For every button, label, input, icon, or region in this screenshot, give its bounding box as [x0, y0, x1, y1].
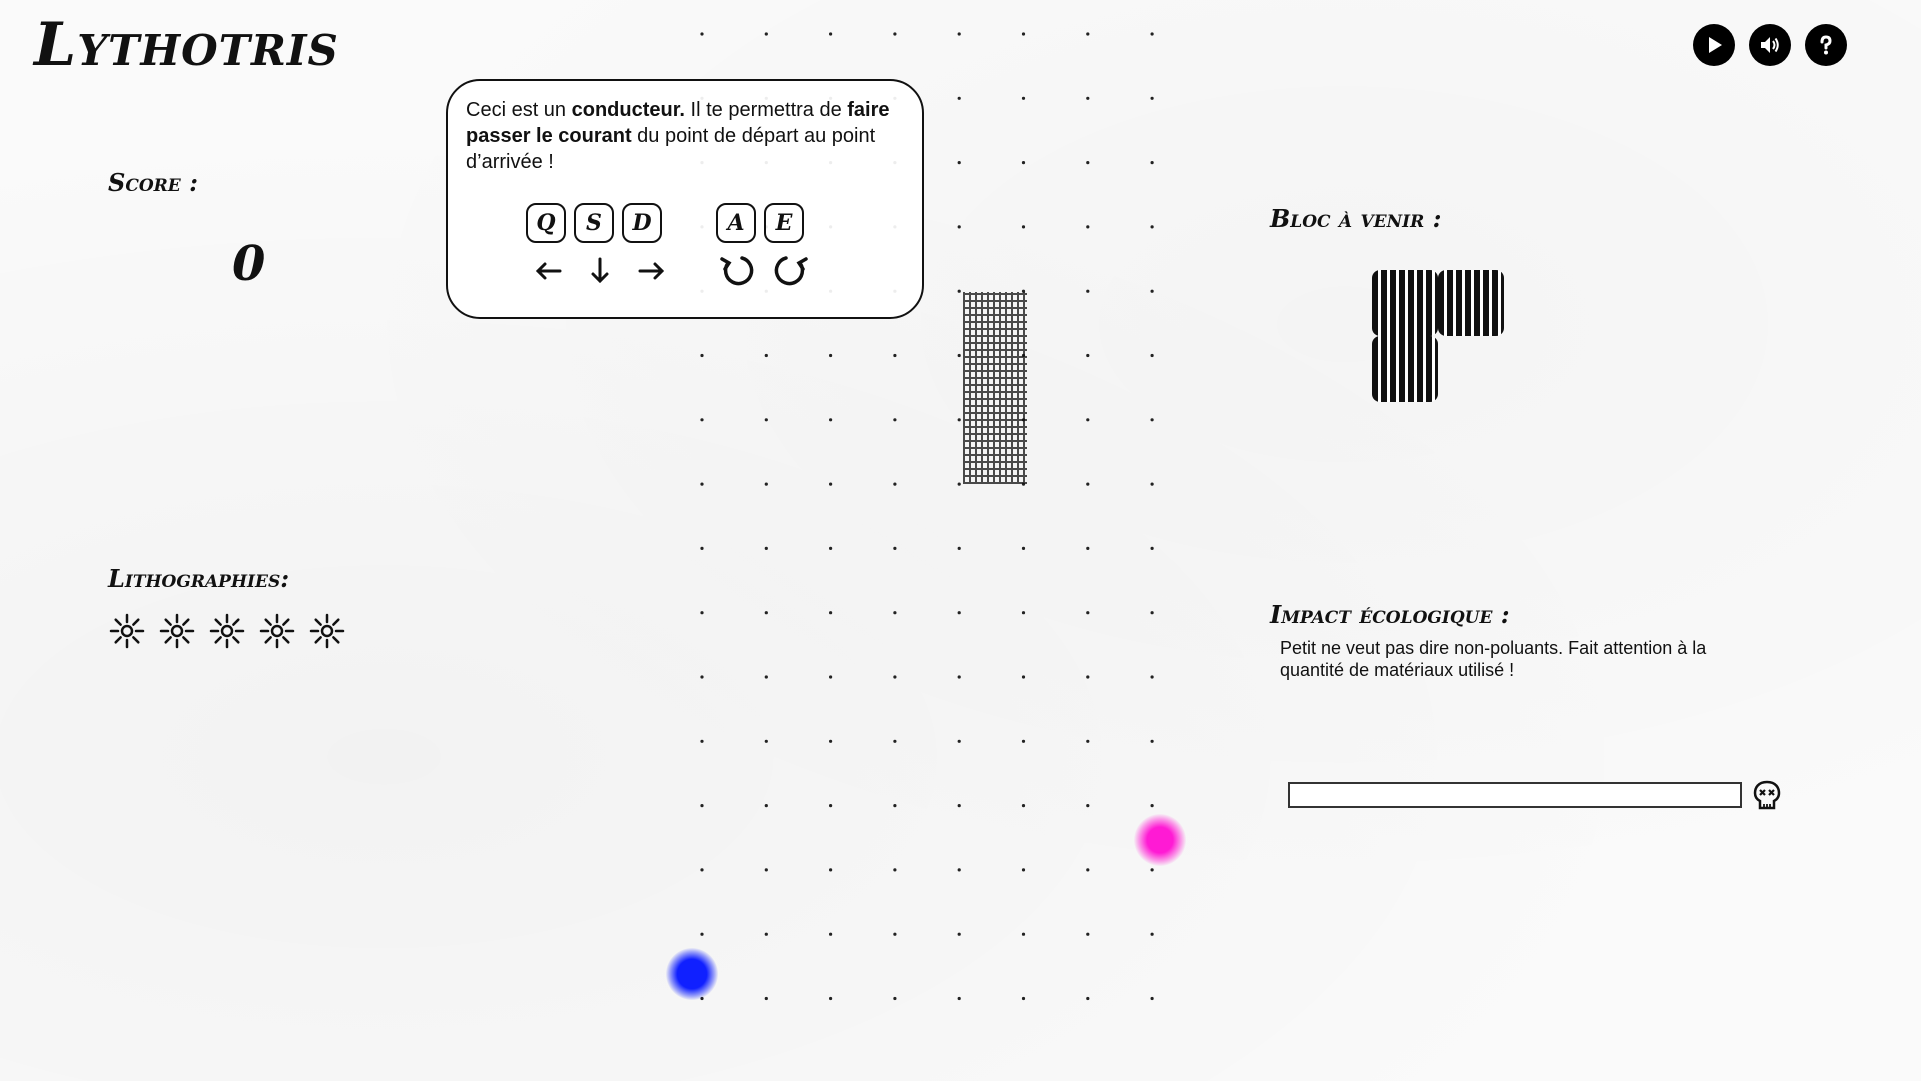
lithographies-lives: [108, 612, 346, 650]
sun-icon: [159, 613, 195, 649]
next-block-preview: [1372, 270, 1508, 406]
key-s: S: [574, 203, 614, 243]
skull-icon: [1753, 780, 1781, 810]
key-d: D: [622, 203, 662, 243]
next-block-label: Bloc à venir :: [1270, 204, 1442, 233]
top-toolbar: [1693, 24, 1847, 66]
play-icon: [1709, 37, 1722, 53]
lithographies-label: Lithographies:: [108, 564, 290, 593]
sun-icon: [109, 613, 145, 649]
start-point: [666, 948, 718, 1000]
app-title: Lythotris: [34, 10, 339, 80]
end-point: [1134, 814, 1186, 866]
key-q: Q: [526, 203, 566, 243]
move-arrows: [526, 253, 674, 289]
impact-label: Impact écologique :: [1270, 600, 1510, 629]
rotate-right-icon: [768, 253, 812, 289]
score-value: 0: [232, 236, 266, 292]
arrow-right-icon: [630, 253, 674, 289]
play-button[interactable]: [1693, 24, 1735, 66]
arrow-down-icon: [578, 253, 622, 289]
falling-conductor-block: [963, 292, 1027, 484]
sound-button[interactable]: [1749, 24, 1791, 66]
sun-icon: [309, 613, 345, 649]
sun-icon: [209, 613, 245, 649]
key-e: E: [764, 203, 804, 243]
sun-icon: [259, 613, 295, 649]
rotate-arrows: [716, 253, 812, 289]
key-a: A: [716, 203, 756, 243]
next-block-cell: [1372, 336, 1438, 402]
move-keys: Q S D: [526, 203, 662, 243]
score-label: Score :: [108, 168, 198, 197]
next-block-cell: [1372, 270, 1438, 336]
background: [0, 0, 1921, 1081]
help-icon: [1820, 35, 1832, 55]
rotate-keys: A E: [716, 203, 804, 243]
next-block-cell: [1438, 270, 1504, 336]
help-button[interactable]: [1805, 24, 1847, 66]
tutorial-bubble: Ceci est un conducteur. Il te permettra …: [446, 79, 924, 319]
sound-icon: [1761, 37, 1779, 53]
impact-description: Petit ne veut pas dire non-poluants. Fai…: [1280, 638, 1707, 680]
arrow-left-icon: [526, 253, 570, 289]
rotate-left-icon: [716, 253, 760, 289]
tutorial-text: Ceci est un conducteur. Il te permettra …: [466, 99, 890, 173]
impact-gauge: [1288, 782, 1742, 808]
